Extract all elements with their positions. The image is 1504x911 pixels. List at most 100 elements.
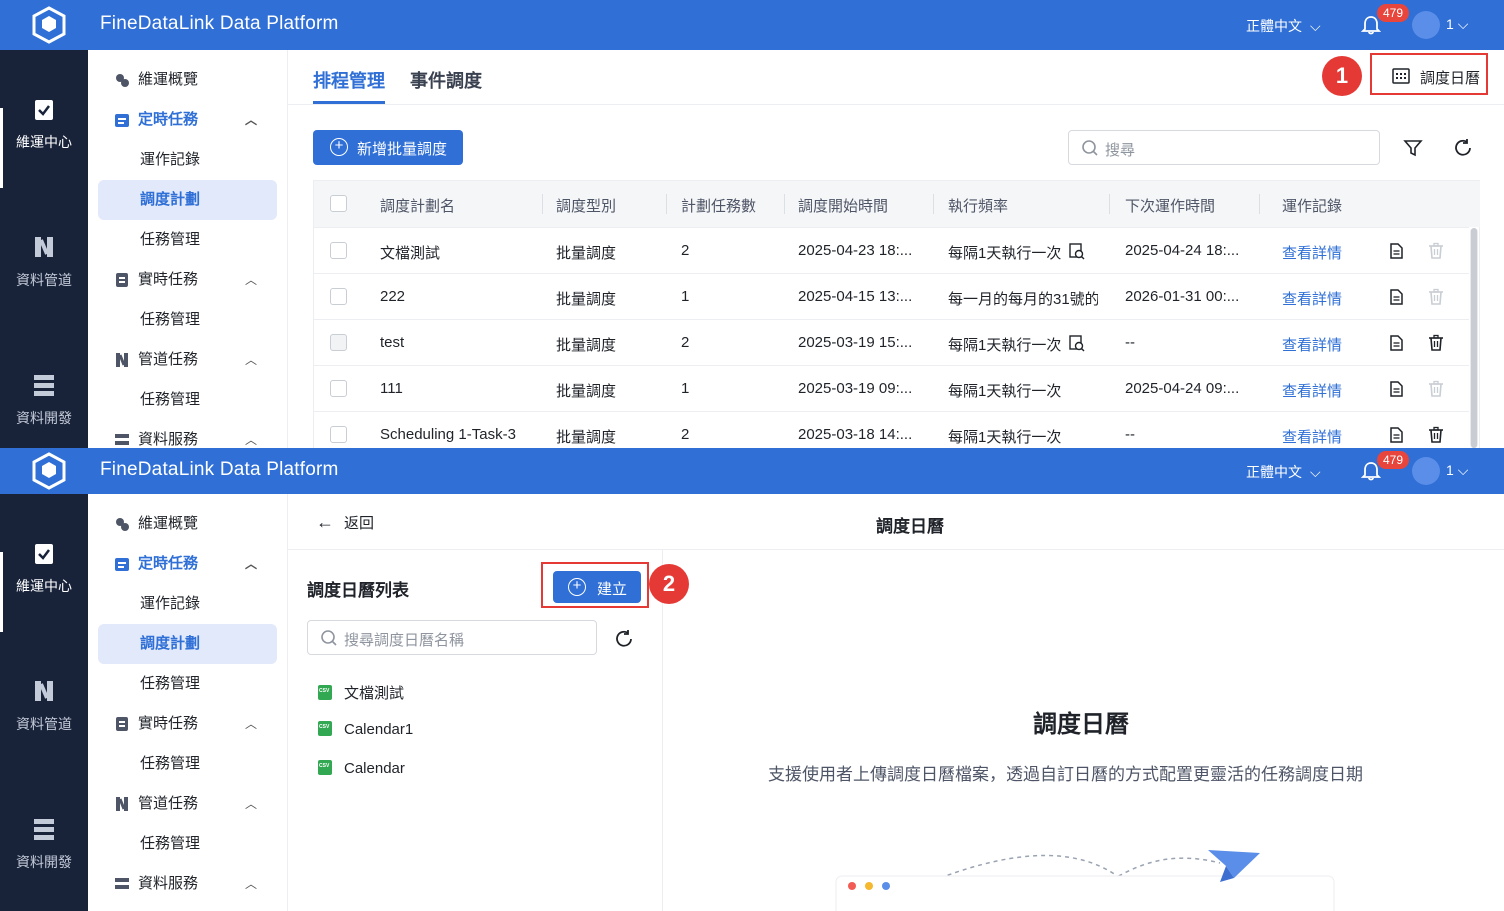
document-icon[interactable] bbox=[1387, 334, 1405, 352]
rail-label: 維運中心 bbox=[16, 578, 72, 594]
rail-item-ops-center[interactable]: 維運中心 bbox=[0, 96, 88, 152]
schedule-table: 調度計劃名 調度型別 計劃任務數 調度開始時間 執行頻率 下次運作時間 運作記錄… bbox=[313, 180, 1480, 448]
calendar-list-item[interactable]: CSV 文檔測試 bbox=[318, 682, 404, 703]
button-label: 新增批量調度 bbox=[357, 141, 448, 158]
column-divider bbox=[1259, 194, 1260, 214]
column-divider bbox=[542, 194, 543, 214]
table-row[interactable]: test 批量調度 2 2025-03-19 15:... 每隔1天執行一次 -- 查看詳情 bbox=[314, 319, 1469, 365]
menu-item-overview[interactable]: 維運概覽 bbox=[98, 504, 277, 544]
empty-state-description: 支援使用者上傳調度日曆檔案，透過自訂日曆的方式配置更靈活的任務調度日期 bbox=[768, 765, 1363, 784]
chevron-up-icon: ︿ bbox=[244, 877, 257, 891]
menu-item-overview[interactable]: 維運概覽 bbox=[98, 60, 277, 100]
menu-item-run-log[interactable]: 運作記錄 bbox=[98, 584, 277, 624]
menu-item-task-mgmt[interactable]: 任務管理 bbox=[98, 300, 277, 340]
document-icon[interactable] bbox=[1387, 288, 1405, 306]
schedule-calendar-button[interactable]: 調度日曆 bbox=[1370, 53, 1488, 95]
calendar-name: Calendar bbox=[344, 760, 405, 777]
filter-icon[interactable] bbox=[1402, 137, 1424, 159]
menu-item-task-mgmt[interactable]: 任務管理 bbox=[98, 744, 277, 784]
menu-item-task-mgmt[interactable]: 任務管理 bbox=[98, 824, 277, 864]
menu-group-realtime[interactable]: 實時任務 ︿ bbox=[98, 260, 277, 300]
tab-event-schedule[interactable]: 事件調度 bbox=[410, 67, 482, 93]
back-button[interactable]: ← 返回 bbox=[316, 512, 374, 533]
view-frequency-icon[interactable] bbox=[1068, 242, 1086, 260]
calendar-list-item[interactable]: CSV Calendar bbox=[318, 760, 405, 777]
chevron-down-icon: ⌵ bbox=[1457, 462, 1469, 478]
icon-rail: 維運中心 資料管道 資料開發 bbox=[0, 494, 88, 911]
table-row[interactable]: 222 批量調度 1 2025-04-15 13:... 每一月的每月的31號的 2026… bbox=[314, 273, 1469, 319]
view-details-link[interactable]: 查看詳情 bbox=[1282, 380, 1362, 401]
cell-freq: 每隔1天執行一次 bbox=[948, 429, 1062, 446]
row-checkbox[interactable] bbox=[330, 242, 347, 259]
menu-group-realtime[interactable]: 實時任務 ︿ bbox=[98, 704, 277, 744]
menu-item-task-mgmt[interactable]: 任務管理 bbox=[98, 380, 277, 420]
rail-item-data-dev[interactable]: 資料開發 bbox=[0, 372, 88, 428]
row-checkbox[interactable] bbox=[330, 288, 347, 305]
view-details-link[interactable]: 查看詳情 bbox=[1282, 288, 1362, 309]
menu-label: 運作記錄 bbox=[140, 151, 201, 168]
document-icon[interactable] bbox=[1387, 380, 1405, 398]
table-row[interactable]: Scheduling 1-Task-3 批量調度 2 2025-03-18 14:..… bbox=[314, 411, 1469, 448]
row-checkbox[interactable] bbox=[330, 380, 347, 397]
trash-icon[interactable] bbox=[1427, 288, 1445, 306]
menu-group-scheduled[interactable]: 定時任務 ︿ bbox=[98, 100, 277, 140]
menu-label: 管道任務 bbox=[138, 351, 199, 368]
tab-schedule-management[interactable]: 排程管理 bbox=[313, 67, 385, 93]
search-input[interactable]: 搜尋 bbox=[1068, 130, 1380, 165]
row-checkbox[interactable] bbox=[330, 426, 347, 443]
menu-item-run-log[interactable]: 運作記錄 bbox=[98, 140, 277, 180]
top-bar: FineDataLink Data Platform 正體中文 ⌵ 479 1 ⌵ bbox=[0, 0, 1504, 50]
menu-group-data-service[interactable]: 資料服務 ︿ bbox=[98, 864, 277, 904]
chevron-down-icon: ⌵ bbox=[1457, 16, 1469, 32]
document-icon[interactable] bbox=[1387, 242, 1405, 260]
user-menu[interactable]: 1 ⌵ bbox=[1446, 16, 1468, 33]
rail-item-data-dev[interactable]: 資料開發 bbox=[0, 816, 88, 872]
menu-item-schedule-plan[interactable]: 調度計劃 bbox=[98, 180, 277, 220]
table-row[interactable]: 111 批量調度 1 2025-03-19 09:... 每隔1天執行一次 2025-04… bbox=[314, 365, 1469, 411]
create-calendar-button[interactable]: + 建立 bbox=[553, 571, 641, 603]
menu-group-scheduled[interactable]: 定時任務 ︿ bbox=[98, 544, 277, 584]
view-details-link[interactable]: 查看詳情 bbox=[1282, 334, 1362, 355]
menu-item-schedule-plan[interactable]: 調度計劃 bbox=[98, 624, 277, 664]
calendar-search-input[interactable]: 搜尋調度日曆名稱 bbox=[307, 620, 597, 655]
add-batch-schedule-button[interactable]: + 新增批量調度 bbox=[313, 130, 463, 165]
language-selector[interactable]: 正體中文 ⌵ bbox=[1246, 16, 1321, 36]
menu-item-task-mgmt[interactable]: 任務管理 bbox=[98, 220, 277, 260]
view-frequency-icon[interactable] bbox=[1068, 334, 1086, 352]
refresh-icon[interactable] bbox=[613, 628, 635, 650]
column-header: 下次運作時間 bbox=[1125, 198, 1216, 215]
menu-group-data-service[interactable]: 資料服務 ︿ bbox=[98, 420, 277, 448]
view-details-link[interactable]: 查看詳情 bbox=[1282, 426, 1362, 447]
document-icon[interactable] bbox=[1387, 426, 1405, 444]
menu-group-pipeline[interactable]: 管道任務 ︿ bbox=[98, 784, 277, 824]
trash-icon[interactable] bbox=[1427, 380, 1445, 398]
rail-item-ops-center[interactable]: 維運中心 bbox=[0, 540, 88, 596]
table-scrollbar[interactable] bbox=[1470, 228, 1478, 448]
trash-icon[interactable] bbox=[1427, 426, 1445, 444]
cell-count: 1 bbox=[681, 288, 690, 305]
trash-icon[interactable] bbox=[1427, 334, 1445, 352]
rail-item-data-pipeline[interactable]: 資料管道 bbox=[0, 678, 88, 734]
trash-icon[interactable] bbox=[1427, 242, 1445, 260]
scrollbar-thumb[interactable] bbox=[1471, 228, 1477, 448]
select-all-checkbox[interactable] bbox=[330, 195, 347, 212]
menu-item-task-mgmt[interactable]: 任務管理 bbox=[98, 664, 277, 704]
user-menu[interactable]: 1 ⌵ bbox=[1446, 462, 1468, 479]
column-divider bbox=[933, 194, 934, 214]
table-row[interactable]: 文檔測試 批量調度 2 2025-04-23 18:... 每隔1天執行一次 2025-0… bbox=[314, 227, 1469, 273]
row-checkbox[interactable] bbox=[330, 334, 347, 351]
view-details-link[interactable]: 查看詳情 bbox=[1282, 242, 1362, 263]
menu-label: 定時任務 bbox=[138, 555, 199, 572]
menu-group-pipeline[interactable]: 管道任務 ︿ bbox=[98, 340, 277, 380]
refresh-icon[interactable] bbox=[1452, 137, 1474, 159]
menu-label: 運作記錄 bbox=[140, 595, 201, 612]
avatar[interactable] bbox=[1412, 457, 1440, 485]
csv-file-icon: CSV bbox=[318, 685, 332, 700]
rail-item-data-pipeline[interactable]: 資料管道 bbox=[0, 234, 88, 290]
table-header: 調度計劃名 調度型別 計劃任務數 調度開始時間 執行頻率 下次運作時間 運作記錄 bbox=[314, 181, 1480, 227]
avatar[interactable] bbox=[1412, 11, 1440, 39]
side-menu: 維運概覽 定時任務 ︿ 運作記錄 調度計劃 任務管理 實時任務 ︿ 任務管理 管… bbox=[88, 494, 288, 911]
cell-type: 批量調度 bbox=[556, 245, 617, 262]
calendar-list-item[interactable]: CSV Calendar1 bbox=[318, 721, 413, 738]
language-selector[interactable]: 正體中文 ⌵ bbox=[1246, 462, 1321, 482]
